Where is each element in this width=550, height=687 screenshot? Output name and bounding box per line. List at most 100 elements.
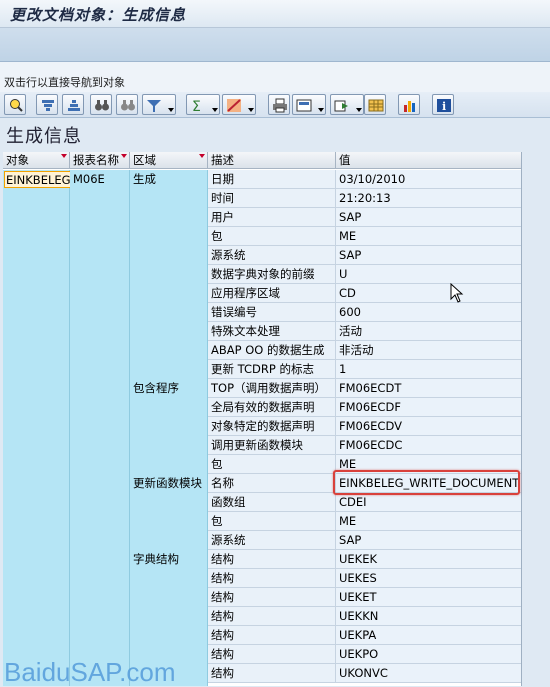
description-cell[interactable]: 结构 — [208, 664, 336, 683]
description-cell[interactable]: 包 — [208, 227, 336, 246]
chevron-down-icon — [168, 108, 174, 112]
description-cell[interactable]: 数据字典对象的前缀 — [208, 265, 336, 284]
report-name-value: M06E — [73, 172, 105, 186]
value-cell[interactable]: 21:20:13 — [336, 189, 521, 208]
layout-button[interactable] — [364, 94, 386, 115]
value-cell[interactable]: CD — [336, 284, 521, 303]
alv-toolbar: Σ i — [0, 92, 550, 118]
value-cell[interactable]: ME — [336, 512, 521, 531]
window-title: 更改文档对象：生成信息 — [10, 6, 187, 24]
total-button[interactable]: Σ — [186, 94, 220, 115]
binoculars-next-icon — [121, 100, 135, 111]
value-cell[interactable]: 1 — [336, 360, 521, 379]
value-cell[interactable]: ME — [336, 227, 521, 246]
highlight-box — [333, 470, 520, 495]
info-button[interactable]: i — [432, 94, 454, 115]
area-label[interactable]: 更新函数模块 — [133, 474, 202, 493]
sort-descending-button[interactable] — [62, 94, 84, 115]
value-cell[interactable]: FM06ECDV — [336, 417, 521, 436]
print-button[interactable] — [268, 94, 290, 115]
area-label[interactable]: 字典结构 — [133, 550, 179, 569]
binoculars-icon — [95, 100, 109, 111]
mouse-pointer-icon — [450, 283, 464, 303]
description-cell[interactable]: 结构 — [208, 588, 336, 607]
views-button[interactable] — [292, 94, 326, 115]
value-cell[interactable]: FM06ECDT — [336, 379, 521, 398]
description-cell[interactable]: 名称 — [208, 474, 336, 493]
description-cell[interactable]: 结构 — [208, 550, 336, 569]
value-cell[interactable]: UEKPO — [336, 645, 521, 664]
value-cell[interactable]: UKONVC — [336, 664, 521, 683]
value-cell[interactable]: SAP — [336, 531, 521, 550]
subtotal-icon — [227, 99, 241, 112]
filter-button[interactable] — [142, 94, 176, 115]
svg-text:Σ: Σ — [192, 99, 201, 113]
description-cell[interactable]: 用户 — [208, 208, 336, 227]
report-name-cell[interactable]: M06E — [70, 170, 130, 686]
value-cell[interactable]: UEKKN — [336, 607, 521, 626]
value-cell[interactable]: UEKPA — [336, 626, 521, 645]
description-cell[interactable]: 全局有效的数据声明 — [208, 398, 336, 417]
find-next-button[interactable] — [116, 94, 138, 115]
area-label[interactable]: 生成 — [133, 170, 156, 189]
area-label[interactable]: 包含程序 — [133, 379, 179, 398]
object-cell[interactable]: EINKBELEG — [3, 170, 73, 686]
description-cell[interactable]: 源系统 — [208, 246, 336, 265]
application-toolbar — [0, 28, 550, 62]
value-cell[interactable]: SAP — [336, 208, 521, 227]
value-cell[interactable]: 600 — [336, 303, 521, 322]
alv-grid: 对象 报表名称 区域 描述值 EINKBELEG M06E 生成 日期 03/10/2010 时间… — [3, 152, 522, 686]
description-cell[interactable]: 包 — [208, 512, 336, 531]
find-button[interactable] — [90, 94, 112, 115]
description-cell[interactable]: TOP（调用数据声明） — [208, 379, 336, 398]
value-cell[interactable]: 03/10/2010 — [336, 170, 521, 189]
svg-text:i: i — [442, 100, 446, 113]
description-cell[interactable]: 日期 — [208, 170, 336, 189]
hint-text: 双击行以直接导航到对象 — [4, 76, 125, 89]
title-bar: 更改文档对象：生成信息 — [0, 0, 550, 28]
header-value[interactable]: 值 — [336, 152, 521, 169]
description-cell[interactable]: ABAP OO 的数据生成 — [208, 341, 336, 360]
value-cell[interactable]: SAP — [336, 246, 521, 265]
description-cell[interactable]: 调用更新函数模块 — [208, 436, 336, 455]
header-report-name[interactable]: 报表名称 — [70, 152, 130, 169]
description-cell[interactable]: 结构 — [208, 569, 336, 588]
sort-ascending-icon — [42, 100, 54, 111]
subtotal-button[interactable] — [222, 94, 256, 115]
value-cell[interactable]: FM06ECDF — [336, 398, 521, 417]
value-cell[interactable]: UEKEK — [336, 550, 521, 569]
filter-marker-icon — [199, 154, 205, 158]
export-icon — [334, 100, 348, 112]
description-cell[interactable]: 源系统 — [208, 531, 336, 550]
description-cell[interactable]: 特殊文本处理 — [208, 322, 336, 341]
sum-icon: Σ — [192, 99, 201, 113]
header-object[interactable]: 对象 — [3, 152, 70, 169]
description-cell[interactable]: 包 — [208, 455, 336, 474]
description-cell[interactable]: 应用程序区域 — [208, 284, 336, 303]
object-value: EINKBELEG — [4, 171, 73, 188]
filter-marker-icon — [61, 154, 67, 158]
value-cell[interactable]: UEKET — [336, 588, 521, 607]
sort-ascending-button[interactable] — [36, 94, 58, 115]
value-cell[interactable]: FM06ECDC — [336, 436, 521, 455]
header-area[interactable]: 区域 — [130, 152, 208, 169]
chevron-down-icon — [248, 108, 254, 112]
value-cell[interactable]: UEKES — [336, 569, 521, 588]
value-cell[interactable]: U — [336, 265, 521, 284]
value-cell[interactable]: 活动 — [336, 322, 521, 341]
description-cell[interactable]: 结构 — [208, 645, 336, 664]
description-cell[interactable]: 函数组 — [208, 493, 336, 512]
value-cell[interactable]: CDEI — [336, 493, 521, 512]
header-description[interactable]: 描述 — [208, 152, 336, 169]
description-cell[interactable]: 结构 — [208, 626, 336, 645]
description-cell[interactable]: 错误编号 — [208, 303, 336, 322]
watermark-text: BaiduSAP.com — [4, 657, 176, 687]
description-cell[interactable]: 时间 — [208, 189, 336, 208]
graphic-button[interactable] — [398, 94, 420, 115]
description-cell[interactable]: 结构 — [208, 607, 336, 626]
details-button[interactable] — [4, 94, 26, 115]
export-button[interactable] — [330, 94, 364, 115]
description-cell[interactable]: 更新 TCDRP 的标志 — [208, 360, 336, 379]
value-cell[interactable]: 非活动 — [336, 341, 521, 360]
description-cell[interactable]: 对象特定的数据声明 — [208, 417, 336, 436]
